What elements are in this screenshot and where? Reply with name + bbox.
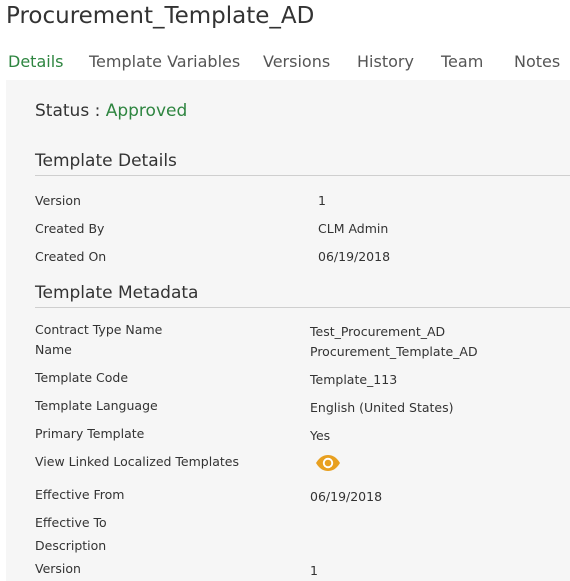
template-language-label: Template Language xyxy=(35,398,158,413)
template-code-value: Template_113 xyxy=(310,372,398,387)
status-line: Status : Approved xyxy=(35,99,187,123)
tab-details[interactable]: Details xyxy=(8,50,63,74)
effective-from-label: Effective From xyxy=(35,487,125,502)
template-details-divider xyxy=(35,175,570,176)
eye-icon[interactable] xyxy=(315,454,341,472)
primary-template-value: Yes xyxy=(310,428,331,443)
tab-template-variables[interactable]: Template Variables xyxy=(89,50,240,74)
template-metadata-heading: Template Metadata xyxy=(35,283,199,303)
tab-versions[interactable]: Versions xyxy=(263,50,330,74)
created-by-label: Created By xyxy=(35,221,105,236)
effective-to-label: Effective To xyxy=(35,515,107,530)
description-label: Description xyxy=(35,538,107,553)
contract-type-name-value: Test_Procurement_AD xyxy=(310,324,446,339)
template-metadata-divider xyxy=(35,307,570,308)
name-value: Procurement_Template_AD xyxy=(310,344,478,359)
primary-template-label: Primary Template xyxy=(35,426,145,441)
created-by-value: CLM Admin xyxy=(318,221,389,236)
version-value: 1 xyxy=(318,193,326,208)
effective-from-value: 06/19/2018 xyxy=(310,489,383,504)
tab-notes[interactable]: Notes xyxy=(514,50,560,74)
tab-bar: Details Template Variables Versions Hist… xyxy=(0,50,570,76)
template-language-value: English (United States) xyxy=(310,400,454,415)
created-on-label: Created On xyxy=(35,249,107,264)
version-label: Version xyxy=(35,193,81,208)
metadata-version-label: Version xyxy=(35,561,81,576)
name-label: Name xyxy=(35,342,72,357)
contract-type-name-label: Contract Type Name xyxy=(35,322,163,337)
tab-team[interactable]: Team xyxy=(441,50,483,74)
status-value: Approved xyxy=(105,101,188,121)
template-details-heading: Template Details xyxy=(35,151,177,171)
page-title: Procurement_Template_AD xyxy=(6,3,315,29)
status-label: Status : xyxy=(35,101,106,121)
metadata-version-value: 1 xyxy=(310,563,318,578)
details-panel: Status : Approved Template Details Versi… xyxy=(6,80,570,581)
created-on-value: 06/19/2018 xyxy=(318,249,391,264)
view-linked-localized-templates-label: View Linked Localized Templates xyxy=(35,454,239,469)
template-code-label: Template Code xyxy=(35,370,129,385)
tab-history[interactable]: History xyxy=(357,50,414,74)
template-details-page: Procurement_Template_AD Details Template… xyxy=(0,0,570,581)
